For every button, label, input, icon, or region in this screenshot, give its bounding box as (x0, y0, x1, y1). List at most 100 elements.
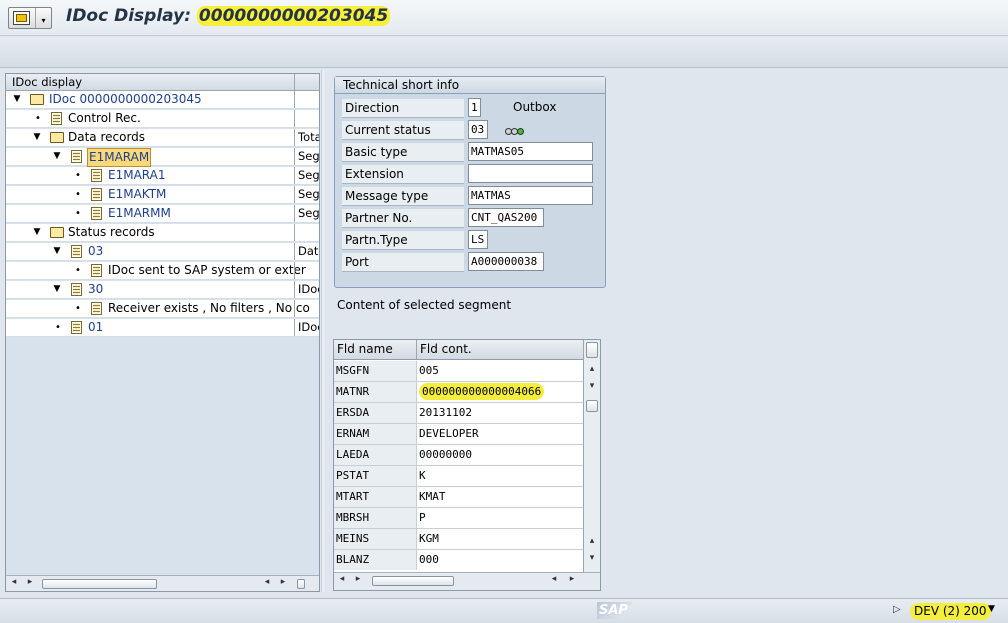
scroll-left-icon[interactable]: ◂ (548, 574, 560, 584)
partner-no-field: CNT_QAS200 (468, 208, 544, 227)
bullet-icon: • (75, 303, 81, 314)
scroll-left-icon[interactable]: ◂ (261, 577, 273, 587)
bullet-icon: • (35, 113, 41, 124)
expand-down-icon[interactable]: ▼ (52, 281, 62, 298)
idoc-number: 0000000000203045 (196, 6, 391, 26)
column-header-fld-cont[interactable]: Fld cont. (416, 340, 583, 359)
expand-down-icon[interactable]: ▼ (52, 243, 62, 260)
folder-icon (50, 132, 64, 143)
document-icon (91, 188, 102, 201)
tree-node-e1maktm[interactable]: • E1MAKTM Segr (6, 186, 319, 204)
scroll-thumb[interactable] (42, 579, 157, 589)
scroll-thumb[interactable] (297, 579, 305, 589)
segment-content-label: Content of selected segment (337, 298, 512, 312)
tree-header: IDoc display (6, 74, 319, 91)
table-row[interactable]: MBRSH P (334, 508, 583, 529)
partner-type-field: LS (468, 230, 488, 249)
chevron-down-icon[interactable]: ▼ (988, 604, 995, 614)
tree-node-status-30-text[interactable]: • Receiver exists , No filters , No co (6, 300, 319, 318)
system-menu-button[interactable]: ▾ (8, 7, 52, 29)
tree-node-e1mara1[interactable]: • E1MARA1 Segr (6, 167, 319, 185)
basic-type-label: Basic type (342, 143, 464, 162)
scroll-right-icon[interactable]: ▸ (566, 574, 578, 584)
direction-field: 1 (468, 98, 481, 117)
scroll-down-icon[interactable]: ▾ (586, 553, 598, 563)
tree-node-status-records[interactable]: ▼ Status records (6, 224, 319, 242)
sap-logo: SAP (597, 602, 633, 619)
scroll-thumb[interactable] (586, 400, 598, 412)
document-icon (91, 207, 102, 220)
column-header-fld-name[interactable]: Fld name (337, 340, 393, 359)
message-type-label: Message type (342, 187, 464, 206)
tree-node-status-01[interactable]: • 01 IDoc (6, 319, 319, 337)
folder-icon (30, 94, 44, 105)
table-row[interactable]: LAEDA 00000000 (334, 445, 583, 466)
scroll-up-icon[interactable]: ▴ (586, 364, 598, 374)
direction-text: Outbox (513, 100, 557, 114)
panel-splitter[interactable] (321, 70, 325, 592)
table-row[interactable]: MEINS KGM (334, 529, 583, 550)
segment-content-grid: Fld name Fld cont. MSGFN 005 MATNR 0000000… (333, 339, 601, 591)
grid-vertical-scrollbar[interactable]: ▴ ▾ ▴ ▾ (583, 340, 600, 572)
extension-label: Extension (342, 165, 464, 184)
table-row[interactable]: PSTAT K (334, 466, 583, 487)
window-title: IDoc Display: 0000000000203045 (66, 6, 391, 26)
technical-short-info-panel: Technical short info Direction 1 Outbox … (334, 76, 606, 288)
expand-down-icon[interactable]: ▼ (32, 129, 42, 146)
table-row[interactable]: MATNR 000000000000004066 (334, 382, 583, 403)
bullet-icon: • (75, 265, 81, 276)
document-icon (91, 169, 102, 182)
traffic-light-icon (505, 124, 524, 138)
expand-down-icon[interactable]: ▼ (12, 91, 22, 108)
table-row[interactable]: MTART KMAT (334, 487, 583, 508)
grid-header: Fld name Fld cont. (334, 340, 583, 360)
scroll-left-icon[interactable]: ◂ (8, 577, 20, 587)
highlighted-matnr: 000000000000004066 (419, 383, 545, 400)
scroll-right-icon[interactable]: ▸ (352, 574, 364, 584)
play-icon[interactable]: ▷ (893, 604, 901, 615)
tree-node-status-03[interactable]: ▼ 03 Data (6, 243, 319, 261)
expand-down-icon[interactable]: ▼ (52, 148, 62, 165)
tree-node-e1marmm[interactable]: • E1MARMM Segr (6, 205, 319, 223)
current-status-label: Current status (342, 121, 464, 140)
bullet-icon: • (75, 170, 81, 181)
partner-no-label: Partner No. (342, 209, 464, 228)
scroll-right-icon[interactable]: ▸ (24, 577, 36, 587)
table-row[interactable]: ERSDA 20131102 (334, 403, 583, 424)
scroll-down-icon[interactable]: ▾ (586, 381, 598, 391)
bullet-icon: • (75, 208, 81, 219)
partner-type-label: Partn.Type (342, 231, 464, 250)
grid-horizontal-scrollbar[interactable]: ◂ ▸ ◂ ▸ (334, 572, 600, 590)
scroll-left-icon[interactable]: ◂ (336, 574, 348, 584)
tree-node-e1maram[interactable]: ▼ E1MARAM Segr (6, 148, 319, 167)
tree-node-status-03-text[interactable]: • IDoc sent to SAP system or exter (6, 262, 319, 280)
document-icon (71, 245, 82, 258)
system-info[interactable]: DEV (2) 200 (910, 603, 991, 620)
tree-horizontal-scrollbar[interactable]: ◂ ▸ ◂ ▸ (6, 575, 319, 591)
extension-field (468, 164, 593, 183)
table-row[interactable]: BLANZ 000 (334, 550, 583, 571)
document-icon (71, 150, 82, 163)
current-status-field: 03 (468, 120, 488, 139)
scroll-up-icon[interactable]: ▴ (586, 536, 598, 546)
port-label: Port (342, 253, 464, 272)
chevron-down-icon: ▾ (35, 8, 51, 28)
expand-down-icon[interactable]: ▼ (32, 224, 42, 241)
table-row[interactable]: ERNAM DEVELOPER (334, 424, 583, 445)
column-settings-icon[interactable] (586, 342, 598, 358)
menu-icon (13, 11, 30, 25)
document-icon (91, 264, 102, 277)
tree-node-idoc[interactable]: ▼ IDoc 0000000000203045 (6, 91, 319, 109)
scroll-right-icon[interactable]: ▸ (277, 577, 289, 587)
title-bar: ▾ IDoc Display: 0000000000203045 (0, 0, 1008, 36)
tree-node-status-30[interactable]: ▼ 30 IDoc (6, 281, 319, 299)
document-icon (51, 112, 62, 125)
basic-type-field: MATMAS05 (468, 142, 593, 161)
table-row[interactable]: MSGFN 005 (334, 361, 583, 382)
document-icon (91, 302, 102, 315)
direction-label: Direction (342, 99, 464, 118)
application-toolbar (0, 37, 1008, 68)
scroll-thumb[interactable] (372, 576, 454, 586)
tree-node-control-rec[interactable]: • Control Rec. (6, 110, 319, 128)
tree-node-data-records[interactable]: ▼ Data records Tota (6, 129, 319, 147)
